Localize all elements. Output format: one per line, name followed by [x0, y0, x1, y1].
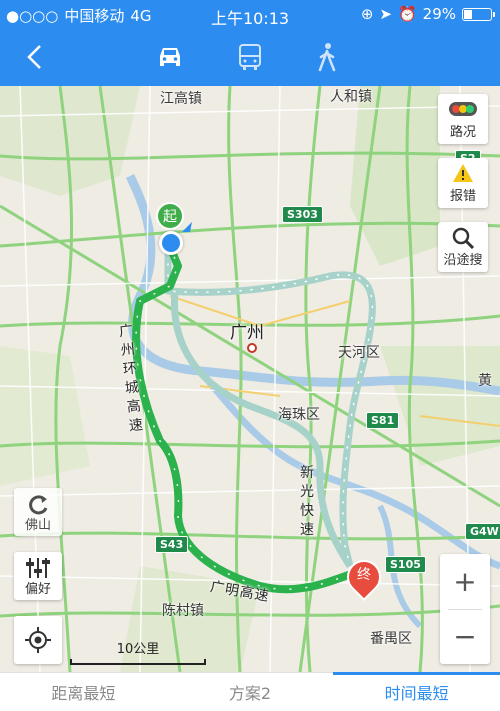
shield-s43: S43: [155, 536, 189, 553]
report-error-button[interactable]: 报错: [438, 158, 488, 208]
end-marker-label: 终: [357, 567, 371, 583]
bus-mode-tab[interactable]: [228, 40, 272, 74]
traffic-label: 路况: [449, 125, 476, 140]
place-jianggao: 江高镇: [160, 91, 202, 107]
alarm-icon: ⏰: [397, 5, 417, 23]
traffic-light-icon: [449, 102, 477, 116]
road-xinguang: 新光快速: [300, 465, 314, 538]
search-along-button[interactable]: 沿途搜: [438, 222, 488, 272]
battery-icon: [462, 7, 495, 21]
traffic-button[interactable]: 路况: [438, 94, 488, 144]
report-error-label: 报错: [449, 189, 476, 204]
locate-button[interactable]: [14, 616, 62, 664]
zoom-control: + −: [440, 554, 490, 664]
zoom-out-button[interactable]: −: [440, 609, 490, 664]
walk-icon: [318, 43, 336, 72]
foshan-button-label: 佛山: [24, 518, 51, 533]
place-huang: 黄: [478, 373, 492, 389]
shield-s81: S81: [366, 412, 400, 429]
route-option-tabs: 距离最短 方案2 时间最短: [0, 672, 500, 711]
start-marker-label: 起: [163, 209, 177, 225]
scale-bar: [70, 659, 206, 665]
place-chencun: 陈村镇: [162, 603, 204, 619]
back-button[interactable]: [18, 40, 52, 74]
navigation-arrow-icon: ➤: [379, 5, 392, 23]
tab-shortest-distance[interactable]: 距离最短: [0, 673, 167, 711]
map-scale: 10公里: [70, 638, 206, 665]
current-location-dot: [159, 231, 183, 255]
chevron-left-icon: [27, 45, 41, 69]
bus-icon: [239, 44, 261, 70]
refresh-icon: [29, 495, 48, 515]
car-mode-tab[interactable]: [148, 40, 192, 74]
place-renhe: 人和镇: [330, 89, 372, 105]
scale-label: 10公里: [116, 642, 160, 657]
walk-mode-tab[interactable]: [305, 40, 349, 74]
place-haizhu: 海珠区: [278, 407, 320, 423]
location-icon: ⊕: [360, 5, 374, 23]
shield-s303: S303: [282, 206, 323, 223]
preference-button[interactable]: 偏好: [14, 552, 62, 600]
place-guangzhou: 广州: [230, 323, 264, 343]
search-icon: [452, 227, 475, 249]
status-bar: ●○○○ 中国移动 4G 上午10:13 ⊕ ➤ ⏰ 29%: [0, 0, 500, 28]
locate-icon: [25, 627, 51, 653]
tab-plan-2[interactable]: 方案2: [167, 673, 334, 711]
shield-s105: S105: [385, 556, 426, 573]
sliders-icon: [26, 558, 50, 578]
search-along-label: 沿途搜: [443, 253, 483, 268]
place-panyu: 番禺区: [370, 631, 412, 647]
zoom-in-button[interactable]: +: [440, 554, 490, 609]
shield-g4w: G4W: [465, 523, 500, 540]
foshan-refresh-button[interactable]: 佛山: [14, 488, 62, 536]
heading-arrow-icon: [182, 222, 192, 232]
route-navbar: [0, 28, 500, 86]
preference-label: 偏好: [24, 582, 51, 597]
car-icon: [160, 48, 180, 66]
map-view[interactable]: 江高镇 人和镇 广州 天河区 海珠区 黄 陈村镇 番禺区 S2 S303 S81…: [0, 86, 500, 672]
place-tianhe: 天河区: [338, 345, 380, 361]
battery-fill: [464, 9, 473, 19]
tab-shortest-time[interactable]: 时间最短: [333, 672, 500, 711]
battery-percent: 29%: [422, 5, 456, 23]
warning-icon: [453, 164, 473, 182]
